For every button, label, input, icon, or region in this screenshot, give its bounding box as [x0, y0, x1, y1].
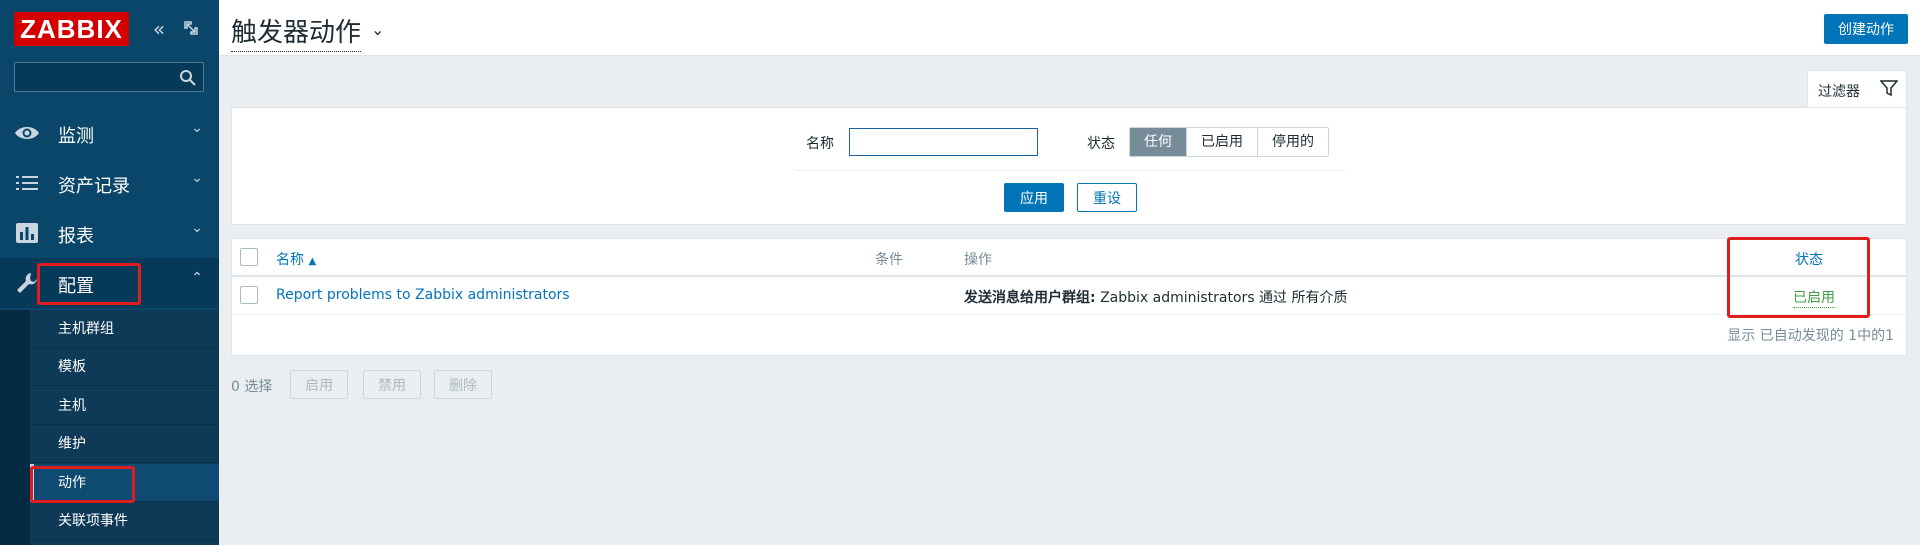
chevron-down-icon: ⌄	[191, 120, 203, 136]
filter-icon	[1879, 79, 1899, 101]
table-row: Report problems to Zabbix administrators…	[232, 277, 1906, 315]
delete-button[interactable]: 删除	[434, 370, 492, 399]
filter-tab[interactable]: 过滤器	[1807, 70, 1907, 108]
menu-item-monitoring[interactable]: 监测 ⌄	[0, 108, 219, 158]
status-option-any[interactable]: 任何	[1130, 128, 1187, 156]
operation-text: Zabbix administrators 通过 所有介质	[1100, 290, 1348, 306]
chevron-down-icon: ⌄	[191, 170, 203, 186]
filter-name-input[interactable]	[849, 128, 1038, 156]
menu-item-reports[interactable]: 报表 ⌄	[0, 208, 219, 258]
page-title[interactable]: 触发器动作	[231, 12, 362, 52]
highlight-actions	[30, 466, 135, 503]
submenu-item-templates[interactable]: 模板	[30, 348, 219, 386]
create-action-button[interactable]: 创建动作	[1824, 14, 1908, 44]
column-header-name[interactable]: 名称 ▲	[276, 249, 316, 269]
status-option-enabled[interactable]: 已启用	[1187, 128, 1258, 156]
filter-status-label: 状态	[1087, 136, 1115, 152]
highlight-configuration	[37, 263, 141, 305]
selected-count: 0 选择	[231, 379, 273, 395]
status-segmented-control: 任何 已启用 停用的	[1129, 127, 1329, 157]
submenu-configuration: 主机群组 模板 主机 维护 动作 关联项事件	[30, 310, 219, 545]
filter-name-label: 名称	[806, 136, 834, 152]
column-header-operations: 操作	[964, 252, 992, 268]
reset-button[interactable]: 重设	[1077, 183, 1137, 212]
menu-item-label: 资产记录	[58, 176, 130, 197]
action-operations: 发送消息给用户群组: Zabbix administrators 通过 所有介质	[964, 287, 1348, 307]
menu-item-label: 报表	[58, 226, 94, 247]
chevron-down-icon: ⌄	[191, 220, 203, 236]
actions-table: 名称 ▲ 条件 操作 状态 Report problems to Zabbix …	[231, 238, 1907, 356]
operation-prefix: 发送消息给用户群组:	[964, 290, 1096, 306]
filter-divider	[795, 170, 1345, 171]
status-option-disabled[interactable]: 停用的	[1258, 128, 1328, 156]
enable-button[interactable]: 启用	[290, 370, 348, 399]
chevron-up-icon: ⌃	[191, 270, 203, 286]
list-icon	[14, 171, 40, 195]
chevron-down-icon[interactable]: ⌄	[371, 20, 384, 39]
menu-item-inventory[interactable]: 资产记录 ⌄	[0, 158, 219, 208]
select-all-checkbox[interactable]	[240, 248, 258, 266]
expand-icon[interactable]	[178, 16, 204, 42]
submenu-item-hosts[interactable]: 主机	[30, 387, 219, 425]
highlight-status-column	[1727, 237, 1870, 318]
disable-button[interactable]: 禁用	[363, 370, 421, 399]
menu-item-label: 监测	[58, 126, 94, 147]
sidebar-search-input[interactable]	[14, 62, 204, 92]
filter-tab-label: 过滤器	[1818, 84, 1860, 100]
sort-asc-icon: ▲	[308, 256, 317, 267]
search-icon[interactable]	[179, 69, 197, 87]
table-footer-count: 显示 已自动发现的 1中的1	[1727, 328, 1894, 344]
column-header-conditions: 条件	[875, 252, 903, 268]
table-header-row: 名称 ▲ 条件 操作 状态	[232, 239, 1906, 277]
bar-chart-icon	[14, 221, 40, 245]
apply-button[interactable]: 应用	[1004, 183, 1064, 212]
submenu-item-host-groups[interactable]: 主机群组	[30, 310, 219, 348]
eye-icon	[14, 121, 40, 145]
filter-panel: 名称 状态 任何 已启用 停用的 应用 重设	[231, 107, 1907, 225]
zabbix-logo[interactable]: ZABBIX	[14, 12, 129, 46]
submenu-item-maintenance[interactable]: 维护	[30, 425, 219, 463]
action-name-link[interactable]: Report problems to Zabbix administrators	[276, 287, 570, 303]
submenu-item-event-correlation[interactable]: 关联项事件	[30, 502, 219, 540]
double-chevron-left-icon[interactable]: «	[146, 16, 172, 42]
row-checkbox[interactable]	[240, 286, 258, 304]
page-header: 触发器动作 ⌄ 创建动作	[219, 0, 1920, 56]
logo-row: ZABBIX «	[14, 12, 206, 48]
